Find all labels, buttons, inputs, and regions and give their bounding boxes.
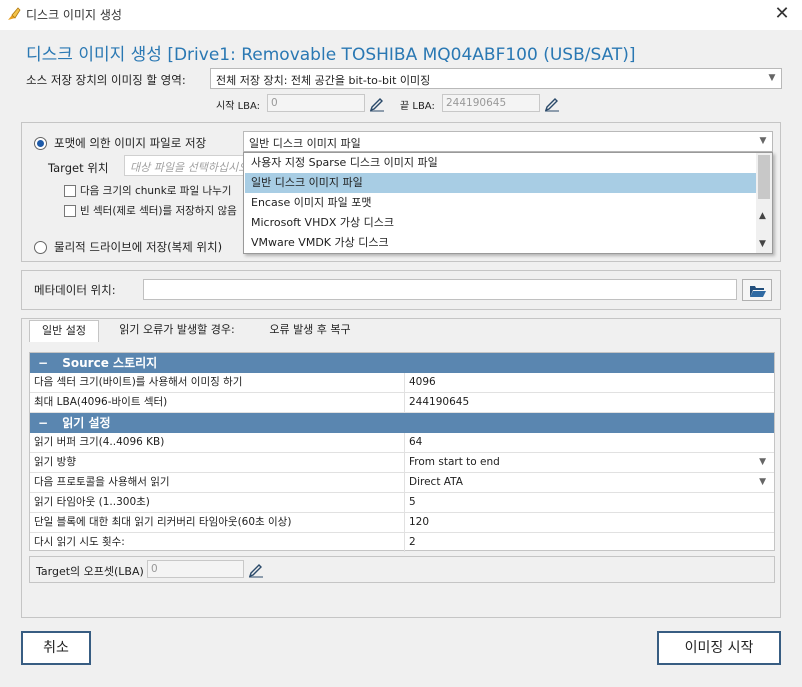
grid-row[interactable]: 다시 읽기 시도 횟수: 2 bbox=[30, 533, 774, 553]
target-location-placeholder: 대상 파일을 선택하십시오 bbox=[130, 161, 244, 174]
empty-sector-checkbox[interactable] bbox=[64, 205, 76, 217]
metadata-label: 메타데이터 위치: bbox=[34, 283, 116, 297]
chevron-down-icon[interactable]: ▼ bbox=[759, 453, 766, 472]
row-value: From start to end bbox=[404, 453, 774, 472]
grid-row[interactable]: 최대 LBA(4096-바이트 섹터) 244190645 bbox=[30, 393, 774, 413]
tab-general[interactable]: 일반 설정 bbox=[29, 320, 99, 342]
chunk-label: 다음 크기의 chunk로 파일 나누기 bbox=[80, 185, 232, 197]
scroll-down-icon[interactable]: ▼ bbox=[759, 239, 766, 249]
source-area-label: 소스 저장 장치의 이미징 할 영역: bbox=[26, 73, 186, 87]
dropdown-option-vmdk[interactable]: VMware VMDK 가상 디스크 bbox=[245, 233, 756, 253]
image-format-value: 일반 디스크 이미지 파일 bbox=[249, 137, 361, 150]
save-file-radio[interactable] bbox=[34, 137, 47, 150]
close-button[interactable]: ✕ bbox=[770, 3, 794, 25]
edit-offset-icon[interactable] bbox=[246, 560, 266, 578]
save-file-radio-label: 포맷에 의한 이미지 파일로 저장 bbox=[54, 136, 207, 150]
row-key: 단일 블록에 대한 최대 읽기 리커버리 타임아웃(60초 이상) bbox=[34, 516, 292, 528]
collapse-icon[interactable]: − bbox=[38, 416, 48, 430]
row-key: 다음 섹터 크기(바이트)를 사용해서 이미징 하기 bbox=[34, 376, 243, 388]
section-header-source[interactable]: − Source 스토리지 bbox=[30, 353, 774, 373]
grid-row[interactable]: 읽기 방향 From start to end ▼ bbox=[30, 453, 774, 473]
physical-drive-radio-label: 물리적 드라이브에 저장(복제 위치) bbox=[54, 240, 223, 254]
metadata-input[interactable] bbox=[143, 279, 737, 300]
grid-row[interactable]: 다음 프로토콜을 사용해서 읽기 Direct ATA ▼ bbox=[30, 473, 774, 493]
row-key: 읽기 타임아웃 (1..300초) bbox=[34, 496, 150, 508]
row-key: 다음 프로토콜을 사용해서 읽기 bbox=[34, 476, 170, 488]
grid-row[interactable]: 읽기 버퍼 크기(4..4096 KB) 64 bbox=[30, 433, 774, 453]
grid-row[interactable]: 다음 섹터 크기(바이트)를 사용해서 이미징 하기 4096 bbox=[30, 373, 774, 393]
dialog-heading: 디스크 이미지 생성 [Drive1: Removable TOSHIBA MQ… bbox=[26, 45, 636, 65]
end-lba-field[interactable]: 244190645 bbox=[442, 94, 540, 112]
edit-end-lba-icon[interactable] bbox=[542, 94, 562, 112]
row-key: 최대 LBA(4096-바이트 섹터) bbox=[34, 396, 168, 408]
collapse-icon[interactable]: − bbox=[38, 356, 48, 370]
row-value: 2 bbox=[404, 533, 774, 552]
empty-sector-label: 빈 섹터(제로 섹터)를 저장하지 않음 bbox=[80, 205, 237, 217]
dropdown-option-vhdx[interactable]: Microsoft VHDX 가상 디스크 bbox=[245, 213, 756, 233]
row-value: 64 bbox=[404, 433, 774, 452]
app-icon bbox=[8, 7, 21, 20]
section-title: 읽기 설정 bbox=[62, 416, 111, 430]
chevron-down-icon[interactable]: ▼ bbox=[759, 473, 766, 492]
image-format-dropdown-list[interactable]: 사용자 지정 Sparse 디스크 이미지 파일 일반 디스크 이미지 파일 E… bbox=[243, 152, 773, 254]
browse-folder-button[interactable] bbox=[742, 279, 772, 301]
scroll-up-icon[interactable]: ▲ bbox=[759, 211, 766, 221]
property-grid: − Source 스토리지 다음 섹터 크기(바이트)를 사용해서 이미징 하기… bbox=[29, 352, 775, 553]
chevron-down-icon: ▼ bbox=[759, 136, 767, 146]
dropdown-option-sparse[interactable]: 사용자 지정 Sparse 디스크 이미지 파일 bbox=[245, 153, 756, 173]
row-value: 244190645 bbox=[404, 393, 774, 412]
chevron-down-icon: ▼ bbox=[768, 73, 776, 83]
row-key: 읽기 방향 bbox=[34, 456, 76, 468]
dropdown-option-encase[interactable]: Encase 이미지 파일 포맷 bbox=[245, 193, 756, 213]
end-lba-value: 244190645 bbox=[446, 97, 507, 109]
scrollbar-thumb[interactable] bbox=[758, 155, 770, 199]
dropdown-scrollbar[interactable]: ▲ ▼ bbox=[756, 153, 772, 253]
tab-recovery[interactable]: 오류 발생 후 복구 bbox=[255, 320, 365, 342]
offset-value: 0 bbox=[151, 563, 158, 575]
start-lba-value: 0 bbox=[271, 97, 278, 109]
image-format-select[interactable]: 일반 디스크 이미지 파일 ▼ bbox=[243, 131, 773, 152]
tab-read-error[interactable]: 읽기 오류가 발생할 경우: bbox=[106, 320, 248, 342]
source-area-select[interactable]: 전체 저장 장치: 전체 공간을 bit-to-bit 이미징 ▼ bbox=[210, 68, 782, 89]
row-value: 5 bbox=[404, 493, 774, 512]
folder-open-icon bbox=[750, 286, 766, 297]
start-imaging-button[interactable]: 이미징 시작 bbox=[657, 631, 781, 665]
grid-row[interactable]: 읽기 타임아웃 (1..300초) 5 bbox=[30, 493, 774, 513]
edit-start-lba-icon[interactable] bbox=[367, 94, 387, 112]
row-value: 120 bbox=[404, 513, 774, 532]
row-value: Direct ATA bbox=[404, 473, 774, 492]
start-lba-field[interactable]: 0 bbox=[267, 94, 365, 112]
target-location-label: Target 위치 bbox=[48, 161, 109, 175]
start-lba-label: 시작 LBA: bbox=[216, 101, 261, 112]
source-area-value: 전체 저장 장치: 전체 공간을 bit-to-bit 이미징 bbox=[216, 74, 431, 87]
section-title: Source 스토리지 bbox=[62, 356, 158, 370]
target-location-input[interactable]: 대상 파일을 선택하십시오 bbox=[124, 155, 244, 176]
grid-row[interactable]: 단일 블록에 대한 최대 읽기 리커버리 타임아웃(60초 이상) 120 bbox=[30, 513, 774, 533]
row-key: 읽기 버퍼 크기(4..4096 KB) bbox=[34, 436, 165, 448]
dropdown-option-raw[interactable]: 일반 디스크 이미지 파일 bbox=[245, 173, 756, 193]
chunk-checkbox[interactable] bbox=[64, 185, 76, 197]
row-value: 4096 bbox=[404, 373, 774, 392]
offset-label: Target의 오프셋(LBA) bbox=[36, 565, 144, 578]
physical-drive-radio[interactable] bbox=[34, 241, 47, 254]
section-header-read[interactable]: − 읽기 설정 bbox=[30, 413, 774, 433]
offset-field[interactable]: 0 bbox=[147, 560, 244, 578]
end-lba-label: 끝 LBA: bbox=[400, 101, 435, 112]
cancel-button[interactable]: 취소 bbox=[21, 631, 91, 665]
window-title: 디스크 이미지 생성 bbox=[26, 8, 122, 22]
row-key: 다시 읽기 시도 횟수: bbox=[34, 536, 125, 548]
